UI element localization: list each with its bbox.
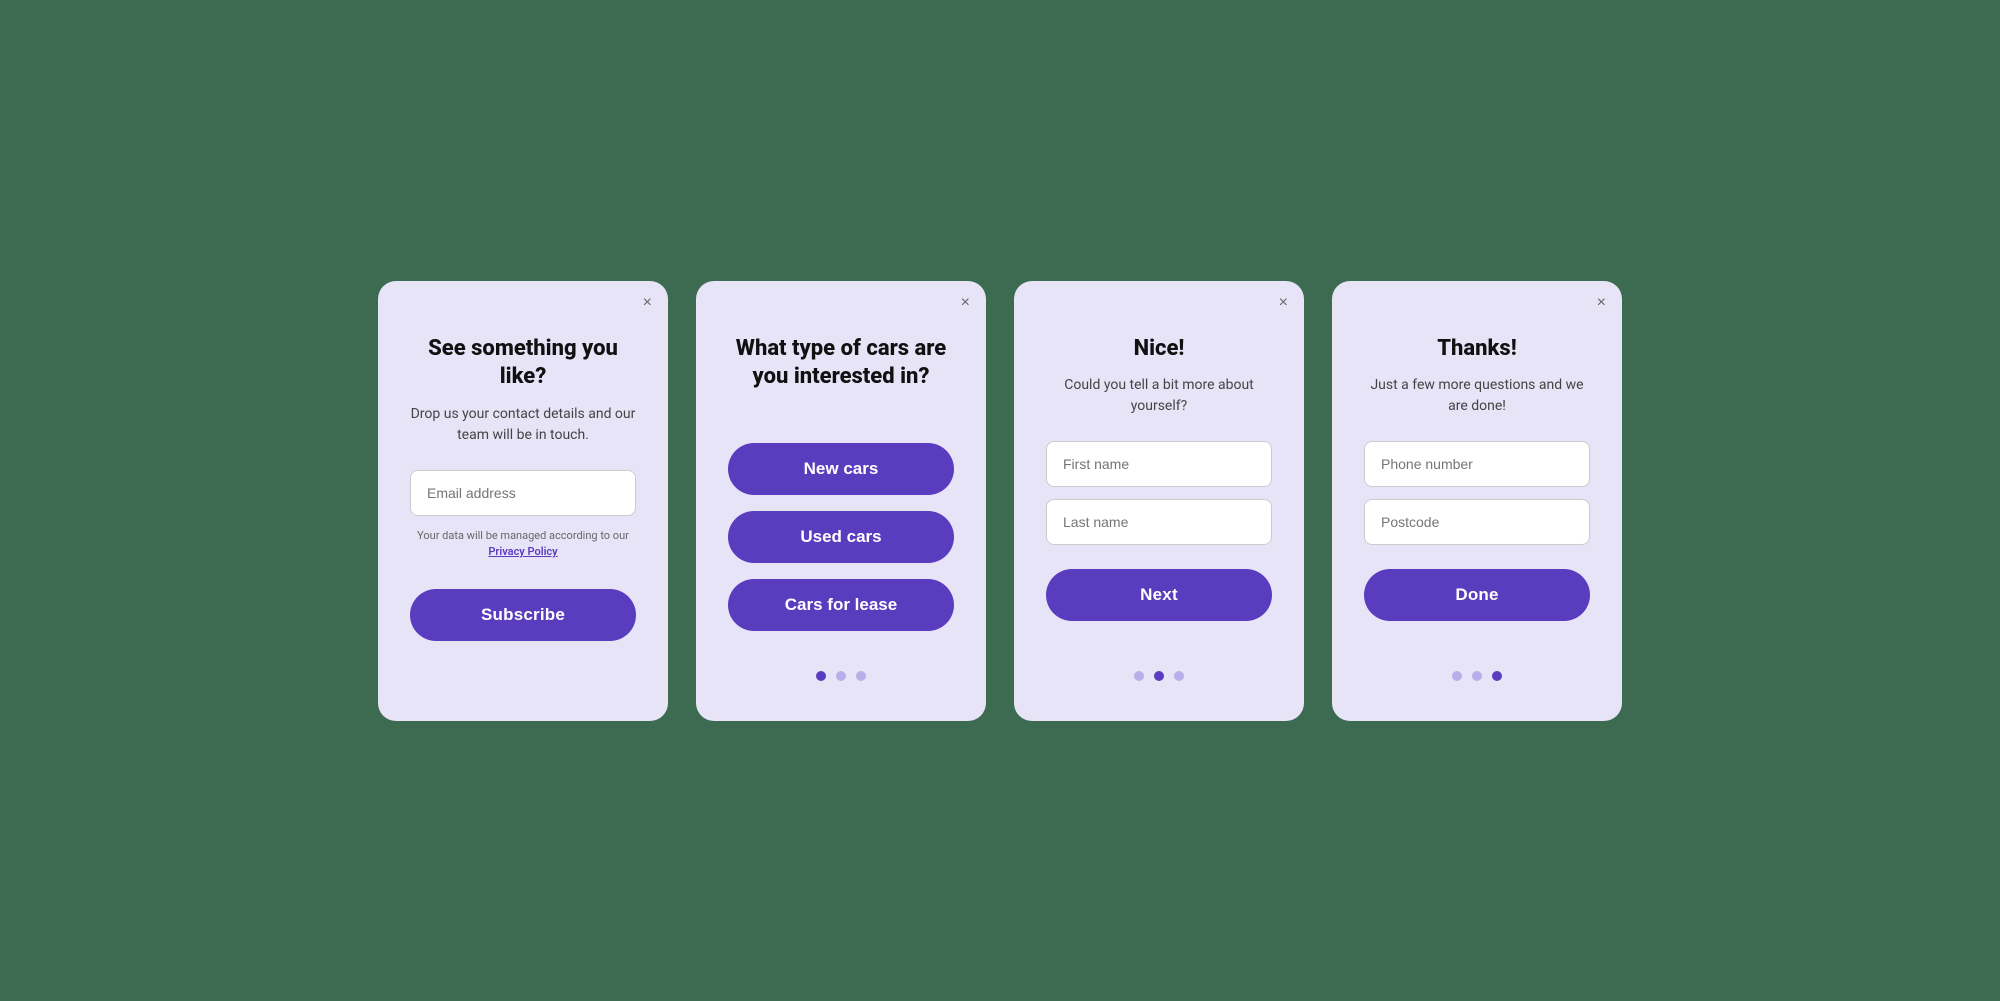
card-thanks: × Thanks! Just a few more questions and … bbox=[1332, 281, 1622, 721]
subscribe-button[interactable]: Subscribe bbox=[410, 589, 636, 641]
used-cars-button[interactable]: Used cars bbox=[728, 511, 954, 563]
progress-dots-3 bbox=[1134, 663, 1184, 681]
card3-title: Nice! bbox=[1134, 335, 1185, 364]
card2-title: What type of cars are you interested in? bbox=[728, 335, 954, 392]
last-name-input[interactable] bbox=[1046, 499, 1272, 545]
dot-2 bbox=[836, 671, 846, 681]
first-name-input[interactable] bbox=[1046, 441, 1272, 487]
phone-input[interactable] bbox=[1364, 441, 1590, 487]
close-button-2[interactable]: × bbox=[961, 295, 970, 311]
card4-title: Thanks! bbox=[1437, 335, 1516, 364]
dot-2 bbox=[1154, 671, 1164, 681]
privacy-text: Your data will be managed according to o… bbox=[417, 528, 629, 561]
close-button-3[interactable]: × bbox=[1279, 295, 1288, 311]
dot-3 bbox=[1492, 671, 1502, 681]
close-button-4[interactable]: × bbox=[1597, 295, 1606, 311]
contact-info-form bbox=[1364, 441, 1590, 545]
new-cars-button[interactable]: New cars bbox=[728, 443, 954, 495]
postcode-input[interactable] bbox=[1364, 499, 1590, 545]
card-nice: × Nice! Could you tell a bit more about … bbox=[1014, 281, 1304, 721]
progress-dots-4 bbox=[1452, 663, 1502, 681]
cards-container: × See something you like? Drop us your c… bbox=[378, 281, 1622, 721]
privacy-policy-link[interactable]: Privacy Policy bbox=[488, 545, 557, 558]
personal-info-form bbox=[1046, 441, 1272, 545]
card4-subtitle: Just a few more questions and we are don… bbox=[1364, 375, 1590, 417]
card1-title: See something you like? bbox=[410, 335, 636, 392]
card-car-type: × What type of cars are you interested i… bbox=[696, 281, 986, 721]
cars-for-lease-button[interactable]: Cars for lease bbox=[728, 579, 954, 631]
dot-1 bbox=[1452, 671, 1462, 681]
card3-subtitle: Could you tell a bit more about yourself… bbox=[1046, 375, 1272, 417]
close-button-1[interactable]: × bbox=[643, 295, 652, 311]
car-type-choices: New cars Used cars Cars for lease bbox=[728, 443, 954, 631]
dot-1 bbox=[1134, 671, 1144, 681]
email-input[interactable] bbox=[410, 470, 636, 516]
card-subscribe: × See something you like? Drop us your c… bbox=[378, 281, 668, 721]
dot-3 bbox=[1174, 671, 1184, 681]
next-button[interactable]: Next bbox=[1046, 569, 1272, 621]
done-button[interactable]: Done bbox=[1364, 569, 1590, 621]
progress-dots-2 bbox=[816, 663, 866, 681]
dot-1 bbox=[816, 671, 826, 681]
dot-2 bbox=[1472, 671, 1482, 681]
card1-subtitle: Drop us your contact details and our tea… bbox=[410, 404, 636, 446]
dot-3 bbox=[856, 671, 866, 681]
